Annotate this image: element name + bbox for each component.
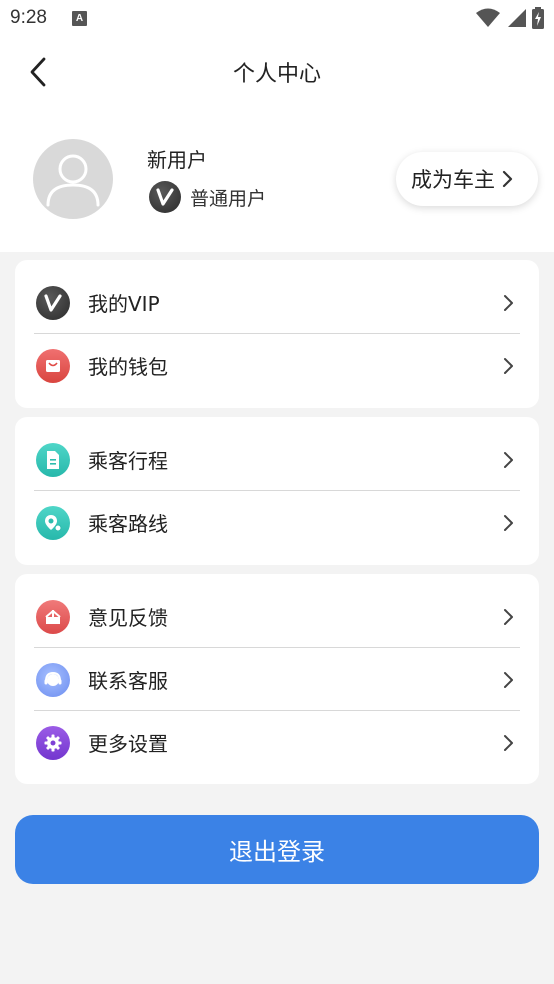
menu-item-feedback[interactable]: 意见反馈 [34, 585, 520, 648]
wifi-icon [476, 8, 500, 27]
status-bar: 9:28 A [0, 0, 554, 36]
menu-item-label: 更多设置 [88, 732, 168, 756]
chevron-right-icon [504, 294, 513, 311]
become-owner-button[interactable]: 成为车主 [396, 152, 538, 206]
vip-icon [36, 285, 70, 320]
status-icons [476, 6, 544, 30]
menu-card-support: 意见反馈 联系客服 更多设置 [15, 574, 539, 784]
gear-icon [36, 725, 70, 760]
menu-item-my-vip[interactable]: 我的VIP [34, 271, 520, 334]
chevron-right-icon [504, 514, 513, 531]
menu-item-passenger-trips[interactable]: 乘客行程 [34, 428, 520, 491]
menu-item-passenger-routes[interactable]: 乘客路线 [34, 491, 520, 554]
member-level-row: 普通用户 [149, 181, 266, 213]
member-level-text: 普通用户 [190, 187, 267, 210]
status-time: 9:28 [10, 7, 47, 28]
menu-item-label: 乘客路线 [88, 512, 168, 536]
menu-item-label: 意见反馈 [88, 606, 168, 630]
headset-icon [36, 662, 70, 697]
header-profile-area: 个人中心 新用户 普通用户 成为车主 [0, 36, 554, 252]
chevron-right-icon [504, 608, 513, 625]
logout-button[interactable]: 退出登录 [15, 815, 539, 884]
menu-item-label: 联系客服 [88, 669, 168, 693]
signal-icon [508, 9, 526, 27]
menu-item-my-wallet[interactable]: 我的钱包 [34, 334, 520, 397]
menu-card-trips: 乘客行程 乘客路线 [15, 417, 539, 565]
chevron-right-icon [504, 671, 513, 688]
chevron-right-icon [504, 357, 513, 374]
battery-icon [532, 7, 544, 29]
route-icon [36, 505, 70, 540]
menu-item-more-settings[interactable]: 更多设置 [34, 711, 520, 774]
feedback-icon [36, 599, 70, 634]
wallet-icon [36, 348, 70, 383]
menu-item-contact-service[interactable]: 联系客服 [34, 648, 520, 711]
menu-item-label: 乘客行程 [88, 449, 168, 473]
menu-item-label: 我的钱包 [88, 355, 168, 379]
menu-card-account: 我的VIP 我的钱包 [15, 260, 539, 408]
username: 新用户 [147, 148, 207, 172]
document-icon [36, 442, 70, 477]
vip-badge-icon [149, 181, 181, 213]
menu-item-label: 我的VIP [88, 292, 160, 316]
user-placeholder-icon [46, 154, 100, 207]
become-owner-label: 成为车主 [411, 168, 495, 192]
avatar[interactable] [33, 139, 113, 219]
notification-icon: A [72, 11, 87, 26]
chevron-right-icon [502, 170, 513, 188]
page-title: 个人中心 [232, 62, 321, 87]
chevron-right-icon [504, 451, 513, 468]
chevron-right-icon [504, 734, 513, 751]
